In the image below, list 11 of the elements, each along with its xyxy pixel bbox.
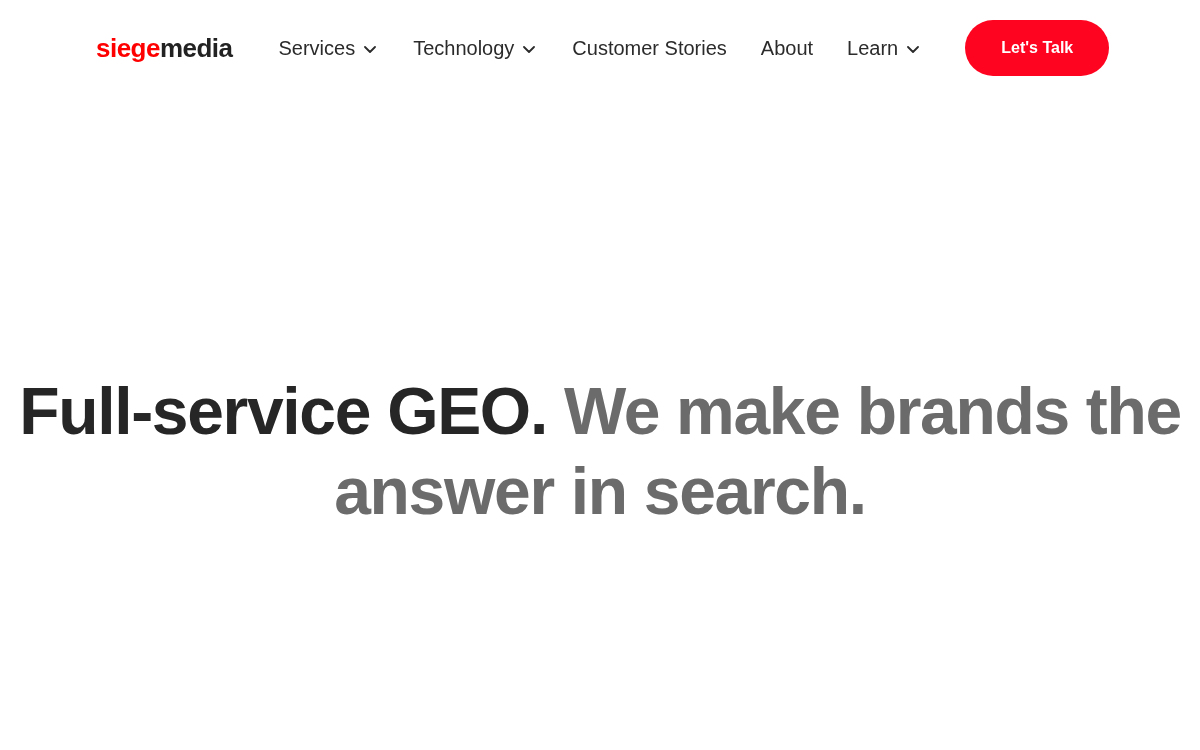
headline: Full-service GEO. We make brands the answer in search. xyxy=(18,373,1182,530)
nav-link[interactable]: About xyxy=(760,34,814,62)
nav-menu-link[interactable]: Learn xyxy=(847,34,899,62)
logo[interactable]: siegemedia xyxy=(96,35,233,61)
lets-talk-button[interactable]: Let's Talk xyxy=(965,20,1110,76)
chevron-down-icon[interactable] xyxy=(523,45,536,53)
nav-link[interactable]: Customer Stories xyxy=(572,34,727,62)
nav-menu-link[interactable]: Services xyxy=(278,34,356,62)
chevron-down-icon[interactable] xyxy=(364,45,377,53)
nav-menu-link[interactable]: Technology xyxy=(413,34,515,62)
chevron-down-icon[interactable] xyxy=(907,45,920,53)
